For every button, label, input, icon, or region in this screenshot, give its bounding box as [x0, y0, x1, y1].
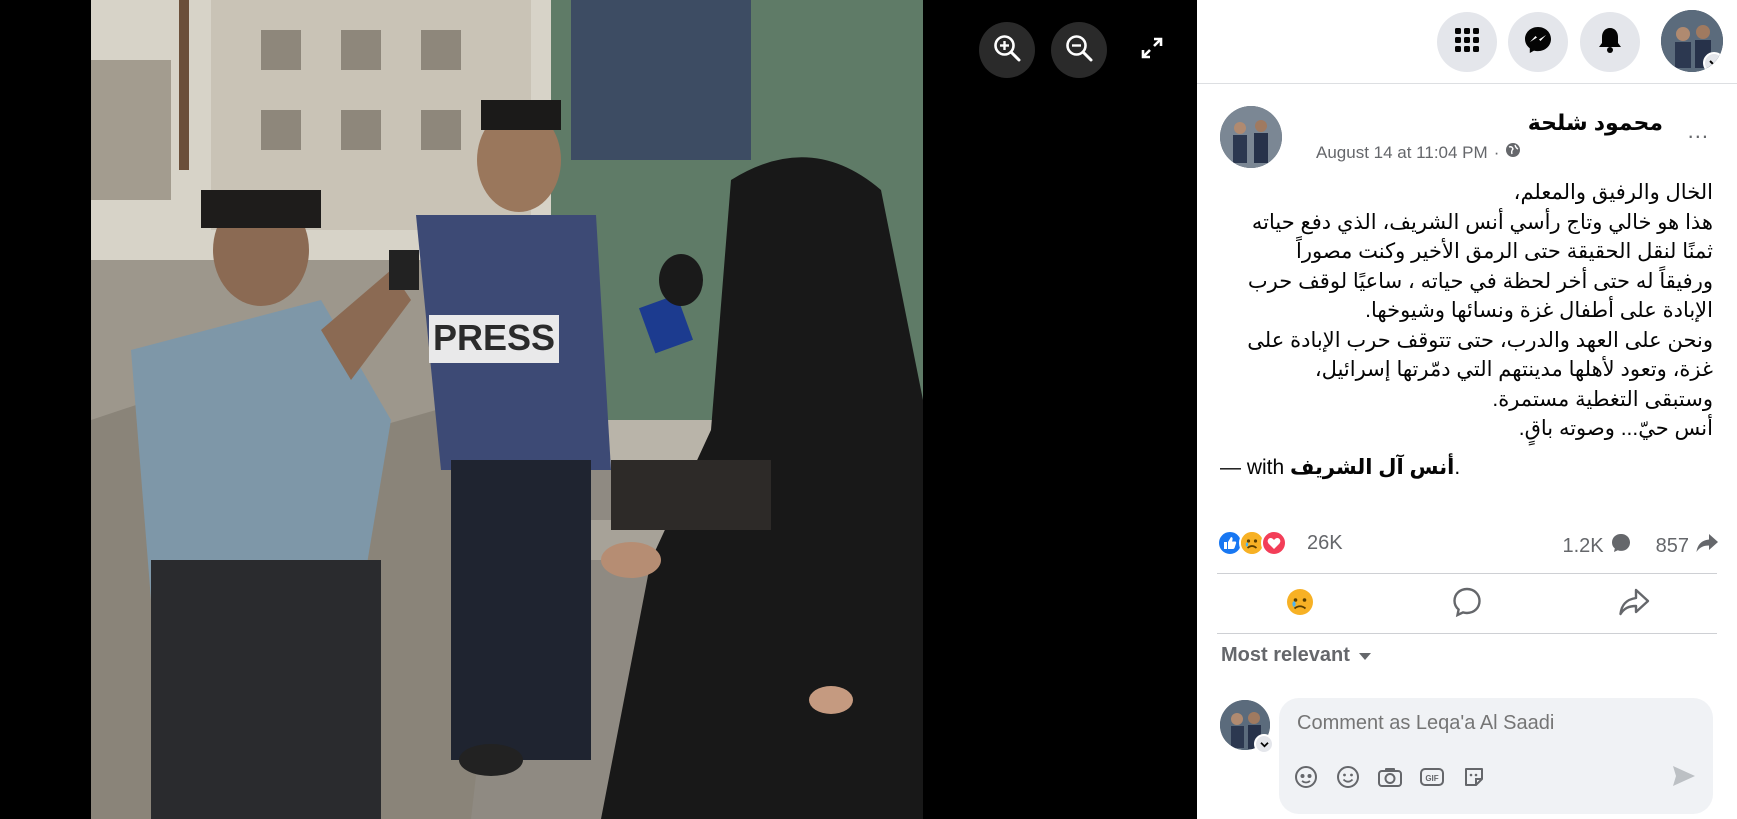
- comments-count[interactable]: 1.2K: [1562, 535, 1603, 558]
- globe-icon: [1505, 142, 1521, 163]
- post-text: الخال والرفيق والمعلم، هذا هو خالي وتاج …: [1217, 178, 1713, 444]
- post-stats: 26K 1.2K 857: [1217, 528, 1719, 560]
- press-vest-text: PRESS: [433, 317, 555, 358]
- author-avatar[interactable]: [1220, 106, 1282, 168]
- profile-avatar[interactable]: [1661, 10, 1723, 72]
- share-button[interactable]: [1550, 578, 1717, 630]
- caret-down-icon: [1358, 644, 1372, 667]
- with-suffix: .: [1454, 456, 1461, 479]
- shares-count[interactable]: 857: [1656, 535, 1689, 558]
- post-text-line: ونحن على العهد والدرب، حتى تتوقف حرب الإ…: [1247, 328, 1713, 352]
- chevron-down-icon: [1703, 52, 1723, 72]
- zoom-in-button[interactable]: [979, 22, 1035, 78]
- svg-text:GIF: GIF: [1425, 774, 1438, 783]
- comment-sort-dropdown[interactable]: Most relevant: [1221, 644, 1372, 667]
- sticker-icon[interactable]: [1461, 764, 1487, 790]
- photo-viewer: PRESS: [0, 0, 1197, 819]
- messenger-icon: [1523, 25, 1553, 60]
- post-text-line: غزة، وتعود لأهلها مدينتهم التي دمّرتها إ…: [1314, 358, 1713, 381]
- post-text-line: ثمنًا لنقل الحقيقة حتى الرمق الأخير وكنت…: [1296, 240, 1713, 263]
- share-icon: [1618, 587, 1650, 622]
- emoji-icon[interactable]: [1335, 764, 1361, 790]
- messenger-button[interactable]: [1508, 12, 1568, 72]
- post-text-line: هذا هو خالي وتاج رأسي أنس الشريف، الذي د…: [1251, 210, 1713, 234]
- send-button[interactable]: [1671, 764, 1697, 793]
- post-panel: محمود شلحة August 14 at 11:04 PM · ... ا…: [1197, 0, 1737, 819]
- post-header: محمود شلحة August 14 at 11:04 PM · ...: [1220, 106, 1717, 170]
- tagged-person-link[interactable]: أنس آل الشريف: [1290, 456, 1454, 479]
- comment-button[interactable]: [1384, 578, 1551, 630]
- fullscreen-button[interactable]: [1124, 22, 1180, 78]
- react-button[interactable]: [1217, 578, 1384, 630]
- zoom-out-icon: [1064, 33, 1094, 68]
- reaction-icons[interactable]: [1217, 530, 1287, 556]
- comment-input[interactable]: [1297, 712, 1677, 735]
- zoom-in-icon: [992, 33, 1022, 68]
- post-actions: [1217, 578, 1717, 630]
- sad-reaction-icon: [1285, 587, 1315, 622]
- with-prefix: — with: [1220, 456, 1285, 479]
- post-photo[interactable]: PRESS: [91, 0, 923, 819]
- post-timestamp[interactable]: August 14 at 11:04 PM: [1316, 143, 1488, 163]
- menu-button[interactable]: [1437, 12, 1497, 72]
- post-text-line: ورفيقاً له حتى أخر لحظة في حياته ، ساعيً…: [1247, 269, 1713, 293]
- love-reaction-icon: [1261, 530, 1287, 556]
- post-text-line: أنس حيّ... وصوته باقٍ.: [1518, 417, 1713, 440]
- engagement-counts: 1.2K 857: [1562, 532, 1719, 560]
- commenter-avatar[interactable]: [1220, 700, 1274, 754]
- gif-icon[interactable]: GIF: [1419, 764, 1445, 790]
- reactions-count[interactable]: 26K: [1307, 532, 1343, 555]
- post-text-line: الخال والرفيق والمعلم،: [1513, 181, 1713, 204]
- chevron-down-icon: [1254, 734, 1274, 754]
- bell-icon: [1597, 26, 1623, 59]
- avatar-sticker-icon[interactable]: [1293, 764, 1319, 790]
- comment-icon: [1451, 586, 1483, 623]
- comment-sort-label: Most relevant: [1221, 644, 1350, 666]
- zoom-out-button[interactable]: [1051, 22, 1107, 78]
- divider: [1217, 633, 1717, 634]
- expand-icon: [1139, 35, 1165, 66]
- camera-icon[interactable]: [1377, 764, 1403, 790]
- tagged-with: — with أنس آل الشريف.: [1220, 455, 1460, 480]
- comment-tools: GIF: [1293, 764, 1487, 790]
- share-arrow-icon: [1695, 532, 1719, 560]
- post-text-line: وستبقى التغطية مستمرة.: [1492, 387, 1713, 411]
- comment-bubble-icon: [1610, 532, 1632, 560]
- menu-grid-icon: [1454, 27, 1480, 58]
- comment-composer: GIF: [1279, 698, 1713, 814]
- post-text-line: الإبادة على أطفال غزة ونسائها وشيوخها.: [1365, 299, 1713, 322]
- top-bar: [1197, 0, 1737, 84]
- divider: [1217, 573, 1717, 574]
- author-name[interactable]: محمود شلحة: [1528, 110, 1663, 136]
- send-icon: [1671, 766, 1697, 792]
- post-meta: August 14 at 11:04 PM ·: [1316, 142, 1521, 163]
- notifications-button[interactable]: [1580, 12, 1640, 72]
- more-options-button[interactable]: ...: [1688, 118, 1709, 144]
